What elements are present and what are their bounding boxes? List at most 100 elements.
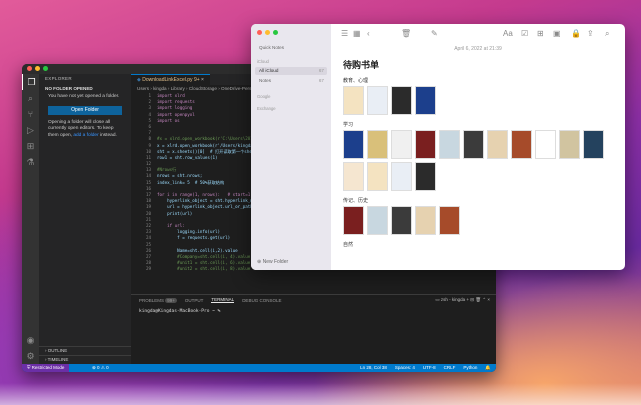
editor-tab[interactable]: ◆ DownloadLinkExcel.py 9+ × (131, 74, 210, 85)
close-panel-icon[interactable]: × (487, 297, 490, 302)
maximize-panel-icon[interactable]: ⌃ (482, 297, 486, 302)
tab-problems-label: PROBLEMS (139, 297, 165, 303)
book-cover-image[interactable] (511, 130, 532, 159)
media-icon[interactable]: ▣ (553, 29, 561, 38)
outline-section[interactable]: › OUTLINE (39, 346, 131, 355)
settings-gear-icon[interactable]: ⚙ (22, 348, 39, 364)
source-control-icon[interactable]: ⑂ (22, 106, 39, 122)
trash-icon[interactable]: 🗑 (475, 297, 481, 302)
language-mode[interactable]: Python (463, 364, 477, 372)
section-heading[interactable]: 学习 (343, 121, 625, 128)
run-debug-icon[interactable]: ▷ (22, 122, 39, 138)
workspace-info-part2: instead. (98, 132, 117, 138)
book-cover-image[interactable] (487, 130, 508, 159)
book-cover-image[interactable] (415, 130, 436, 159)
error-count: 0 (97, 365, 100, 370)
checklist-icon[interactable]: ☑ (521, 29, 528, 38)
account-icon[interactable]: ◉ (22, 332, 39, 348)
no-folder-header[interactable]: NO FOLDER OPENED (39, 84, 131, 93)
book-cover-image[interactable] (439, 130, 460, 159)
warning-count: 0 (106, 365, 109, 370)
section-heading[interactable]: 自然 (343, 241, 625, 248)
share-icon[interactable]: ⇪ (587, 29, 594, 38)
book-cover-image[interactable] (415, 206, 436, 235)
exchange-group-label[interactable]: Exchange (257, 106, 276, 111)
open-folder-button[interactable]: Open Folder (48, 105, 122, 115)
tab-badge: 9+ (193, 77, 200, 83)
notes-folder-count: 67 (318, 78, 324, 83)
line-ending[interactable]: CRLF (444, 364, 456, 372)
book-cover-image[interactable] (391, 130, 412, 159)
cursor-position[interactable]: Ln 28, Col 38 (360, 364, 387, 372)
bell-icon[interactable]: 🔔 (485, 364, 491, 372)
terminal-prompt[interactable]: kingda@Kingdas-MacBook-Pro ~ % (131, 305, 496, 318)
quick-notes-label: Quick Notes (259, 45, 285, 50)
terminal-name[interactable]: zsh - kingda (441, 297, 465, 302)
book-cover-image[interactable] (367, 206, 388, 235)
split-terminal-icon[interactable]: ⊟ (470, 297, 474, 302)
book-cover-image[interactable] (391, 162, 412, 191)
book-cover-image[interactable] (415, 86, 436, 115)
delete-icon[interactable]: 🗑 (401, 29, 411, 38)
all-icloud-label: All iCloud (259, 68, 279, 73)
warning-icon: ⚠ (100, 365, 105, 370)
python-file-icon: ◆ (137, 77, 141, 83)
new-terminal-icon[interactable]: + (466, 297, 469, 302)
book-cover-image[interactable] (535, 130, 556, 159)
book-cover-image[interactable] (367, 86, 388, 115)
close-tab-icon[interactable]: × (201, 77, 204, 83)
book-cover-image[interactable] (391, 86, 412, 115)
book-cover-image[interactable] (343, 86, 364, 115)
search-icon[interactable]: ⌕ (605, 29, 609, 39)
add-folder-link[interactable]: add a folder (73, 133, 98, 138)
book-cover-image[interactable] (415, 162, 436, 191)
book-cover-image[interactable] (343, 130, 364, 159)
google-group-label[interactable]: Google (257, 94, 271, 99)
note-body[interactable]: 教育、心理学习传记、历史自然 (331, 77, 625, 248)
extensions-icon[interactable]: ⊞ (22, 138, 39, 154)
restricted-mode-label: Restricted Mode (31, 365, 65, 370)
problems-counter[interactable]: ⊗ 0 ⚠ 0 (92, 364, 109, 372)
list-view-icon[interactable]: ☰ (341, 29, 348, 38)
new-folder-button[interactable]: ⊕ New Folder (257, 259, 288, 265)
zoom-window-button[interactable] (273, 30, 278, 35)
table-icon[interactable]: ⊞ (537, 29, 544, 38)
close-window-button[interactable] (257, 30, 262, 35)
section-heading[interactable]: 教育、心理 (343, 77, 625, 84)
bottom-panel: PROBLEMS 99+ OUTPUT TERMINAL DEBUG CONSO… (131, 294, 496, 364)
restricted-mode-indicator[interactable]: ⛨ Restricted Mode (22, 364, 70, 372)
note-title[interactable]: 待购书单 (343, 58, 625, 71)
testing-icon[interactable]: ⚗ (22, 154, 39, 170)
book-cover-image[interactable] (439, 206, 460, 235)
sidebar-item-quick-notes[interactable]: Quick Notes (255, 44, 327, 52)
tab-debug-console[interactable]: DEBUG CONSOLE (242, 298, 281, 303)
tab-problems[interactable]: PROBLEMS 99+ (139, 297, 177, 303)
encoding[interactable]: UTF-8 (423, 364, 436, 372)
book-cover-image[interactable] (391, 206, 412, 235)
book-cover-image[interactable] (367, 130, 388, 159)
book-cover-image[interactable] (559, 130, 580, 159)
compose-icon[interactable]: ✎ (431, 29, 438, 38)
back-icon[interactable]: ‹ (367, 29, 370, 38)
tab-terminal[interactable]: TERMINAL (211, 297, 235, 303)
book-image-row (343, 130, 613, 191)
section-heading[interactable]: 传记、历史 (343, 197, 625, 204)
explorer-sidebar: EXPLORER NO FOLDER OPENED You have not y… (39, 74, 131, 364)
timeline-section[interactable]: › TIMELINE (39, 355, 131, 364)
gallery-view-icon[interactable]: ▦ (353, 29, 361, 38)
indentation[interactable]: Spaces: 4 (395, 364, 415, 372)
sidebar-item-all-icloud[interactable]: All iCloud 67 (255, 67, 327, 75)
lock-icon[interactable]: 🔒 (571, 29, 581, 38)
sidebar-item-notes[interactable]: Notes 67 (255, 77, 327, 85)
book-cover-image[interactable] (367, 162, 388, 191)
book-cover-image[interactable] (463, 130, 484, 159)
format-icon[interactable]: Aa (503, 29, 513, 38)
workspace-info-text: Opening a folder will close all currentl… (39, 119, 131, 141)
explorer-icon[interactable]: ❐ (22, 74, 40, 90)
tab-output[interactable]: OUTPUT (185, 298, 204, 303)
search-icon[interactable]: ⌕ (22, 90, 39, 106)
book-cover-image[interactable] (583, 130, 604, 159)
book-cover-image[interactable] (343, 162, 364, 191)
book-cover-image[interactable] (343, 206, 364, 235)
minimize-window-button[interactable] (265, 30, 270, 35)
